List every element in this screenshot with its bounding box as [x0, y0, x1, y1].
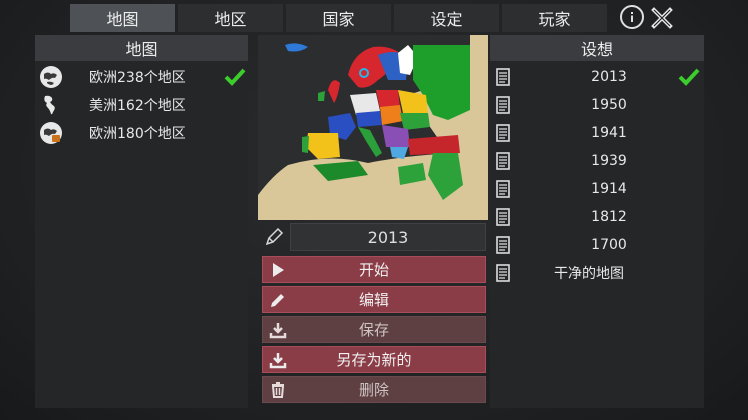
save-as-new-button[interactable]: 另存为新的 [262, 346, 486, 373]
scenario-item-1939[interactable]: 1939 [490, 147, 704, 175]
scroll-icon [496, 180, 510, 198]
edit-button[interactable]: 编辑 [262, 286, 486, 313]
scenario-item-1914[interactable]: 1914 [490, 175, 704, 203]
tab-players[interactable]: 玩家 [502, 4, 607, 32]
scenario-item-label: 1914 [591, 181, 627, 197]
start-button-label: 开始 [358, 261, 389, 279]
start-button[interactable]: 开始 [262, 256, 486, 283]
scenario-item-2013[interactable]: 2013 [490, 63, 704, 91]
scenario-item-label: 1950 [591, 97, 627, 113]
scenarios-panel-title: 设想 [490, 35, 704, 61]
play-icon [273, 263, 284, 277]
tab-regions[interactable]: 地区 [178, 4, 283, 32]
scenario-year-row: 2013 [260, 223, 486, 251]
scenario-item-label: 干净的地图 [554, 266, 624, 282]
map-item-label: 欧洲238个地区 [89, 70, 186, 86]
map-item-label: 欧洲180个地区 [89, 126, 186, 142]
scenario-item-clean-map[interactable]: 干净的地图 [490, 259, 704, 287]
map-item-americas-162[interactable]: 美洲162个地区 [35, 91, 248, 119]
scenario-item-1812[interactable]: 1812 [490, 203, 704, 231]
map-item-label: 美洲162个地区 [89, 98, 186, 114]
scenario-item-1941[interactable]: 1941 [490, 119, 704, 147]
check-icon [224, 68, 246, 86]
scenario-item-label: 1700 [591, 237, 627, 253]
maps-panel: 地图 欧洲238个地区 美洲162个地区 欧洲180个地区 [35, 35, 248, 408]
pencil-icon [271, 294, 284, 307]
scroll-icon [496, 68, 510, 86]
globe-europe-icon [40, 66, 62, 88]
scenario-item-label: 1941 [591, 125, 627, 141]
globe-americas-icon [44, 95, 55, 115]
globe-europe-icon [40, 122, 62, 144]
scenarios-panel: 设想 2013 1950 1941 1939 1914 1812 1700 干净… [490, 35, 704, 408]
close-icon[interactable] [650, 6, 674, 30]
map-item-europe-238[interactable]: 欧洲238个地区 [35, 63, 248, 91]
download-icon [269, 353, 287, 369]
edit-button-label: 编辑 [358, 291, 389, 309]
scenario-item-label: 2013 [591, 69, 627, 85]
maps-panel-title: 地图 [35, 35, 248, 61]
tab-countries[interactable]: 国家 [286, 4, 391, 32]
save-button-label: 保存 [358, 321, 389, 339]
scenario-item-1700[interactable]: 1700 [490, 231, 704, 259]
tab-map[interactable]: 地图 [70, 4, 175, 32]
tab-settings[interactable]: 设定 [394, 4, 499, 32]
scroll-icon [496, 152, 510, 170]
trash-icon [271, 382, 285, 398]
scenario-item-1950[interactable]: 1950 [490, 91, 704, 119]
map-preview [258, 35, 488, 220]
scenario-year-input[interactable]: 2013 [290, 223, 486, 251]
scroll-icon [496, 264, 510, 282]
scroll-icon [496, 208, 510, 226]
map-item-europe-180[interactable]: 欧洲180个地区 [35, 119, 248, 147]
scroll-icon [496, 96, 510, 114]
pencil-icon[interactable] [264, 227, 284, 247]
check-icon [678, 68, 700, 86]
scenario-item-label: 1812 [591, 209, 627, 225]
info-icon[interactable] [620, 5, 644, 29]
delete-button-label: 删除 [358, 381, 389, 399]
download-icon [269, 323, 287, 339]
scenario-item-label: 1939 [591, 153, 627, 169]
tab-bar: 地图 地区 国家 设定 玩家 [70, 4, 607, 32]
delete-button[interactable]: 删除 [262, 376, 486, 403]
save-button[interactable]: 保存 [262, 316, 486, 343]
save-as-new-button-label: 另存为新的 [336, 351, 412, 369]
scroll-icon [496, 236, 510, 254]
scroll-icon [496, 124, 510, 142]
